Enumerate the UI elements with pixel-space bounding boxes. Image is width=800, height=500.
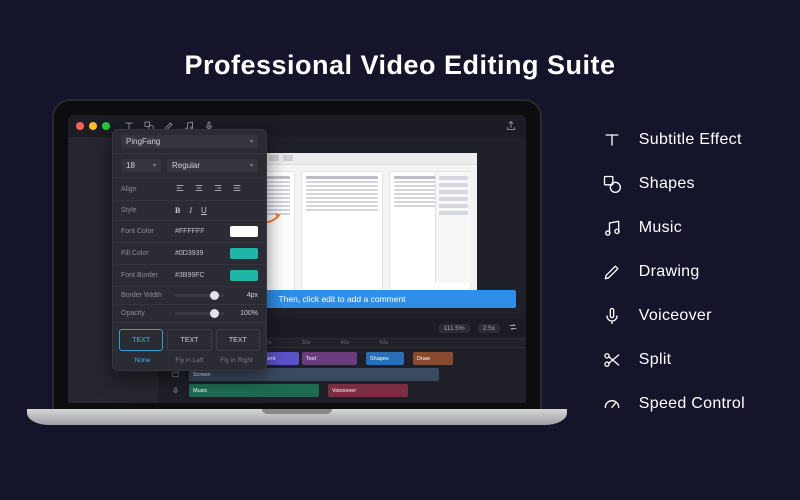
feature-voiceover: Voiceover [601, 305, 745, 327]
window-traffic-lights[interactable] [76, 122, 110, 130]
border-color-value: #3B99FC [175, 272, 205, 279]
text-anim-tab-2[interactable]: TEXT [167, 329, 211, 351]
feature-label: Voiceover [639, 307, 712, 325]
border-width-label: Border Width [121, 292, 169, 299]
chevron-down-icon: ▾ [153, 162, 156, 169]
mic-track-icon [164, 386, 186, 395]
close-icon[interactable] [76, 122, 84, 130]
anim-label-none: None [119, 357, 166, 364]
align-center-button[interactable] [194, 183, 204, 195]
laptop-base [27, 409, 567, 425]
loop-icon[interactable] [508, 322, 518, 334]
hero-title: Professional Video Editing Suite [0, 0, 800, 99]
fullscreen-icon[interactable] [102, 122, 110, 130]
text-clip[interactable]: Text [302, 352, 357, 365]
feature-shapes: Shapes [601, 173, 745, 195]
scissors-icon [601, 349, 623, 371]
audio-track[interactable]: Music Voiceover [164, 384, 520, 397]
opacity-value: 100% [230, 310, 258, 317]
feature-split: Split [601, 349, 745, 371]
pencil-icon [601, 261, 623, 283]
font-color-value: #FFFFFF [175, 228, 205, 235]
share-icon[interactable] [504, 119, 518, 133]
chevron-down-icon: ▾ [250, 138, 253, 145]
draw-clip[interactable]: Draw [413, 352, 453, 365]
shape-clip[interactable]: Shapes [366, 352, 404, 365]
feature-music: Music [601, 217, 745, 239]
border-width-value: 4px [230, 292, 258, 299]
align-justify-button[interactable] [232, 183, 242, 195]
video-track-icon [164, 370, 186, 379]
border-color-label: Font Border [121, 272, 169, 279]
anim-label-flyleft: Fly in Left [166, 357, 213, 364]
feature-label: Drawing [639, 263, 700, 281]
font-family-select[interactable]: PingFang▾ [121, 135, 258, 148]
shapes-icon [601, 173, 623, 195]
app-window: ATTENTION! Then, click edit to add a com… [68, 115, 526, 403]
feature-list: Subtitle Effect Shapes Music Drawing Voi… [601, 129, 745, 415]
align-right-button[interactable] [213, 183, 223, 195]
minimize-icon[interactable] [89, 122, 97, 130]
border-width-slider[interactable] [175, 294, 224, 297]
laptop-bezel: ATTENTION! Then, click edit to add a com… [52, 99, 542, 409]
font-color-swatch[interactable] [230, 226, 258, 237]
speed-chip[interactable]: 111.5% [439, 324, 470, 333]
zoom-chip[interactable]: 2.5x [478, 324, 500, 333]
feature-label: Subtitle Effect [639, 131, 742, 149]
feature-drawing: Drawing [601, 261, 745, 283]
mic-icon [601, 305, 623, 327]
border-color-swatch[interactable] [230, 270, 258, 281]
text-anim-tab-3[interactable]: TEXT [216, 329, 260, 351]
font-color-label: Font Color [121, 228, 169, 235]
chevron-down-icon: ▾ [250, 162, 253, 169]
italic-button[interactable]: I [189, 206, 192, 215]
fill-color-label: Fill Color [121, 250, 169, 257]
style-label: Style [121, 207, 169, 214]
promo-stage: ATTENTION! Then, click edit to add a com… [0, 99, 800, 499]
opacity-label: Opacity [121, 310, 169, 317]
music-clip[interactable]: Music [189, 384, 319, 397]
feature-subtitle: Subtitle Effect [601, 129, 745, 151]
fill-color-swatch[interactable] [230, 248, 258, 259]
feature-speed: Speed Control [601, 393, 745, 415]
underline-button[interactable]: U [201, 206, 207, 215]
text-properties-panel[interactable]: PingFang▾ 18▾ Regular▾ Align [112, 129, 267, 371]
font-weight-select[interactable]: Regular▾ [167, 159, 258, 172]
align-left-button[interactable] [175, 183, 185, 195]
align-label: Align [121, 186, 169, 193]
font-size-select[interactable]: 18▾ [121, 159, 161, 172]
feature-label: Split [639, 351, 672, 369]
text-icon [601, 129, 623, 151]
feature-label: Speed Control [639, 395, 745, 413]
fill-color-value: #0D3939 [175, 250, 203, 257]
feature-label: Shapes [639, 175, 695, 193]
anim-label-flyright: Fly in Right [213, 357, 260, 364]
opacity-slider[interactable] [175, 312, 224, 315]
gauge-icon [601, 393, 623, 415]
voice-clip[interactable]: Voiceover [328, 384, 408, 397]
music-icon [601, 217, 623, 239]
text-anim-tab-1[interactable]: TEXT [119, 329, 163, 351]
feature-label: Music [639, 219, 682, 237]
bold-button[interactable]: B [175, 206, 180, 215]
laptop-mockup: ATTENTION! Then, click edit to add a com… [52, 99, 542, 425]
doc-sidepanel [435, 173, 471, 283]
